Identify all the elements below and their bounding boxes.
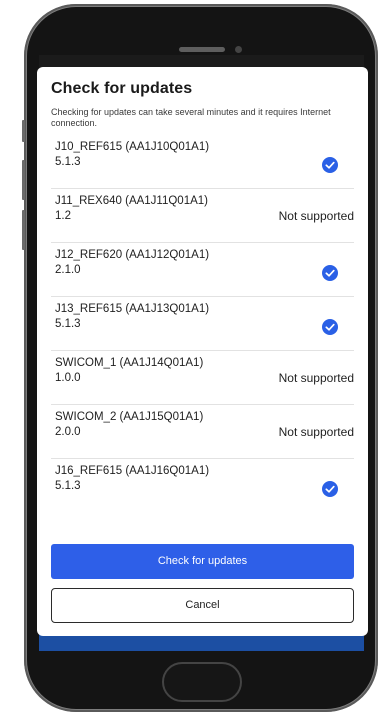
- check-circle-icon[interactable]: [322, 481, 338, 497]
- check-circle-icon[interactable]: [322, 265, 338, 281]
- dialog-description: Checking for updates can take several mi…: [51, 107, 331, 128]
- list-item[interactable]: SWICOM_2 (AA1J15Q01A1) 2.0.0 Not supported: [51, 405, 354, 459]
- device-version: 2.1.0: [55, 264, 81, 276]
- check-updates-dialog: Check for updates Checking for updates c…: [37, 67, 368, 636]
- device-name: J13_REF615 (AA1J13Q01A1): [55, 303, 210, 315]
- mute-switch: [22, 120, 25, 142]
- device-version: 5.1.3: [55, 480, 81, 492]
- cancel-button[interactable]: Cancel: [51, 588, 354, 623]
- status-not-supported: Not supported: [278, 371, 354, 385]
- list-item[interactable]: J16_REF615 (AA1J16Q01A1) 5.1.3: [51, 459, 354, 513]
- check-circle-icon[interactable]: [322, 319, 338, 335]
- device-name: J12_REF620 (AA1J12Q01A1): [55, 249, 210, 261]
- device-name: J10_REF615 (AA1J10Q01A1): [55, 141, 210, 153]
- list-item[interactable]: SWICOM_1 (AA1J14Q01A1) 1.0.0 Not supported: [51, 351, 354, 405]
- status-not-supported: Not supported: [278, 209, 354, 223]
- volume-down-button: [22, 210, 25, 250]
- status-not-supported: Not supported: [278, 425, 354, 439]
- device-name: J16_REF615 (AA1J16Q01A1): [55, 465, 210, 477]
- device-version: 5.1.3: [55, 156, 81, 168]
- check-for-updates-button[interactable]: Check for updates: [51, 544, 354, 579]
- list-item[interactable]: J10_REF615 (AA1J10Q01A1) 5.1.3: [51, 135, 354, 189]
- front-camera: [235, 46, 242, 53]
- device-version: 2.0.0: [55, 426, 81, 438]
- dialog-title: Check for updates: [51, 80, 193, 97]
- device-list: J10_REF615 (AA1J10Q01A1) 5.1.3 J11_REX640 …: [51, 135, 354, 513]
- device-version: 5.1.3: [55, 318, 81, 330]
- device-name: SWICOM_2 (AA1J15Q01A1): [55, 411, 204, 423]
- list-item[interactable]: J12_REF620 (AA1J12Q01A1) 2.1.0: [51, 243, 354, 297]
- check-circle-icon[interactable]: [322, 157, 338, 173]
- speaker-grill: [179, 47, 225, 52]
- home-button[interactable]: [162, 662, 242, 702]
- device-version: 1.2: [55, 210, 71, 222]
- device-version: 1.0.0: [55, 372, 81, 384]
- list-item[interactable]: J11_REX640 (AA1J11Q01A1) 1.2 Not supported: [51, 189, 354, 243]
- list-item[interactable]: J13_REF615 (AA1J13Q01A1) 5.1.3: [51, 297, 354, 351]
- volume-up-button: [22, 160, 25, 200]
- device-name: J11_REX640 (AA1J11Q01A1): [55, 195, 208, 207]
- device-name: SWICOM_1 (AA1J14Q01A1): [55, 357, 204, 369]
